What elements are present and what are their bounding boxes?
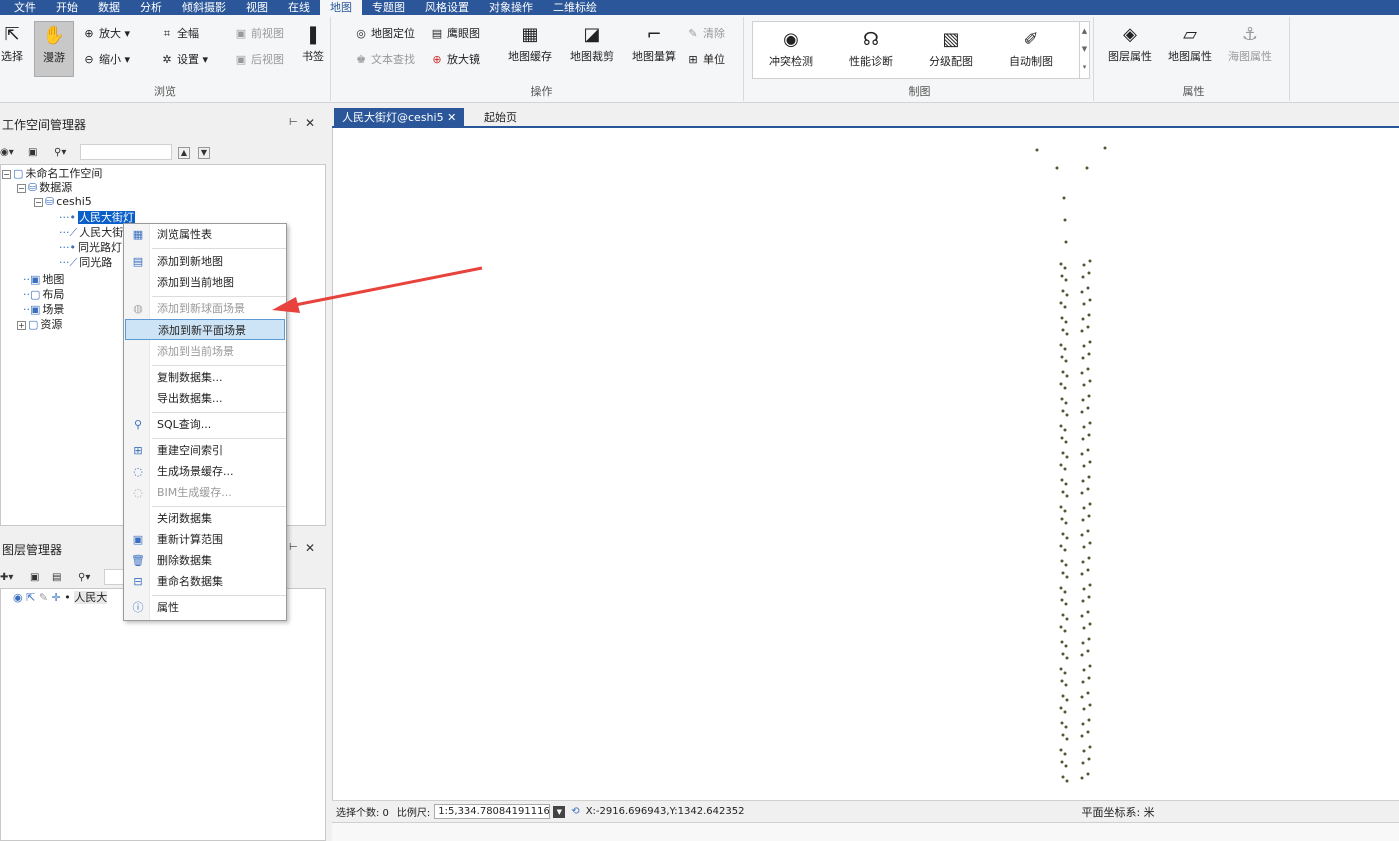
arrow-head bbox=[272, 297, 300, 313]
annotation-arrow bbox=[272, 266, 483, 313]
app-window: 文件 开始 数据 分析 倾斜摄影 视图 在线 地图 专题图 风格设置 对象操作 … bbox=[0, 0, 1399, 841]
arrow-shaft bbox=[289, 266, 483, 308]
